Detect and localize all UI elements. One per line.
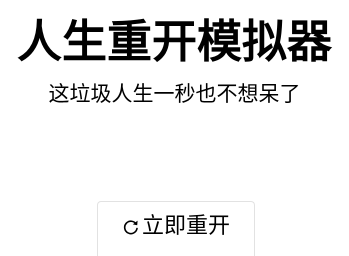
page-subtitle: 这垃圾人生一秒也不想呆了 <box>48 82 301 106</box>
page-title: 人生重开模拟器 <box>16 15 332 68</box>
restart-button-label: 立即重开 <box>141 214 230 239</box>
restart-button[interactable]: 立即重开 <box>97 201 255 256</box>
home-screen: 人生重开模拟器 这垃圾人生一秒也不想呆了 立即重开 <box>0 0 349 256</box>
restart-icon <box>122 218 140 236</box>
